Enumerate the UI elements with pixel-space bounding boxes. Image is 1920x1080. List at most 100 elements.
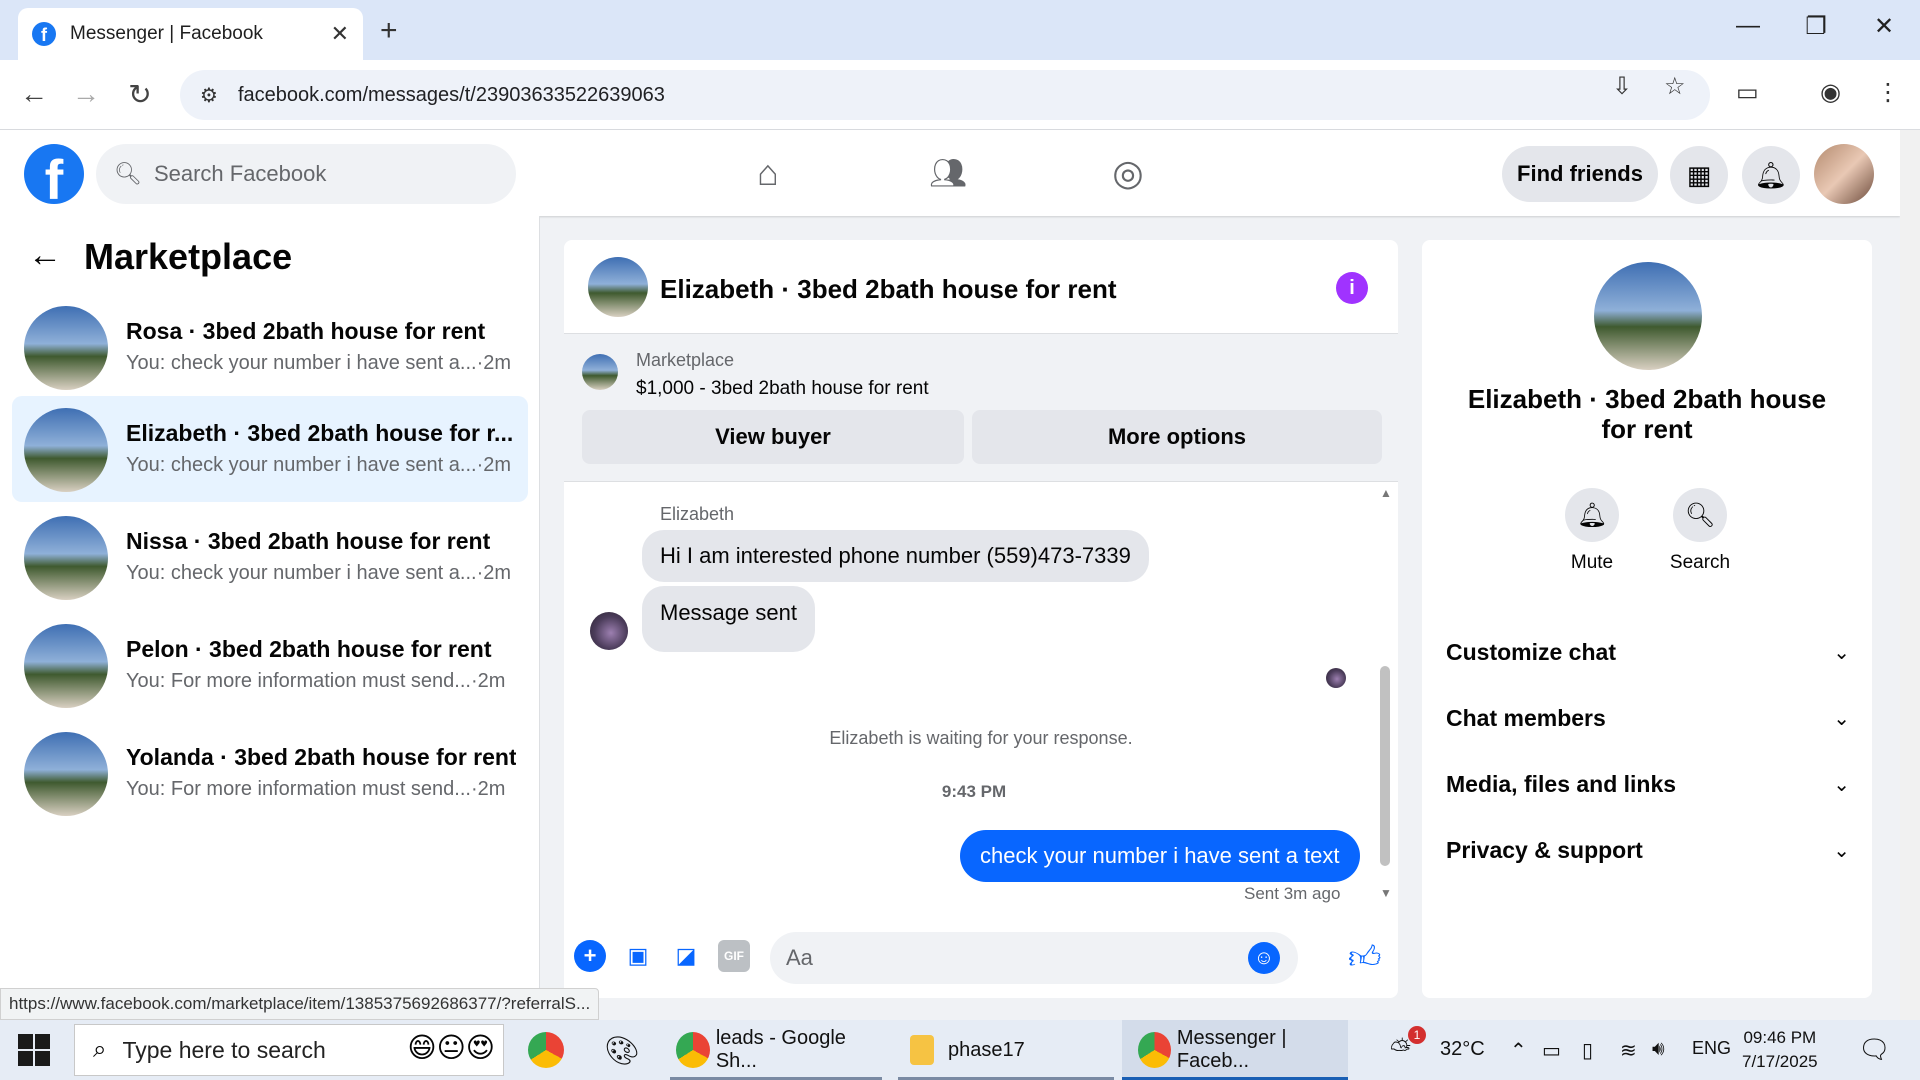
battery-icon[interactable]: ▭ bbox=[1542, 1038, 1561, 1063]
section-chat-members[interactable]: Chat members ⌄ bbox=[1446, 698, 1850, 738]
listing-source: Marketplace bbox=[636, 350, 735, 370]
windows-start-icon[interactable] bbox=[18, 1034, 50, 1066]
message-input[interactable]: Aa ☺ bbox=[770, 932, 1298, 984]
chrome-taskbar-icon[interactable] bbox=[520, 1020, 572, 1080]
scroll-down-icon[interactable]: ▼ bbox=[1380, 886, 1392, 900]
reload-icon[interactable]: ↻ bbox=[122, 78, 158, 111]
address-bar[interactable]: ⚙ facebook.com/messages/t/23903633522639… bbox=[180, 70, 1710, 120]
mute-button[interactable]: 🔔︎ Mute bbox=[1542, 488, 1642, 574]
find-friends-button[interactable]: Find friends bbox=[1502, 146, 1658, 202]
conversation-snippet: You: For more information must send...·2… bbox=[126, 670, 506, 692]
sticker-icon[interactable]: ◪ bbox=[670, 940, 702, 972]
minimize-icon[interactable]: — bbox=[1728, 12, 1768, 40]
notifications-bell-icon[interactable]: 🔔︎ bbox=[1742, 146, 1800, 204]
messages-scrollbar[interactable]: ▲ ▼ bbox=[1378, 486, 1394, 906]
listing-price[interactable]: $1,000 - 3bed 2bath house for rent bbox=[636, 378, 929, 400]
back-icon[interactable]: ← bbox=[16, 78, 52, 110]
close-window-icon[interactable]: ✕ bbox=[1864, 12, 1904, 41]
language-indicator[interactable]: ENG bbox=[1692, 1038, 1731, 1059]
facebook-favicon-icon: f bbox=[32, 22, 56, 46]
conversation-sidebar: ← Marketplace Rosa · 3bed 2bath house fo… bbox=[0, 216, 540, 1020]
sent-status: Sent 3m ago bbox=[1244, 884, 1341, 903]
read-receipt-avatar bbox=[1326, 668, 1346, 688]
site-settings-icon[interactable]: ⚙ bbox=[200, 83, 218, 108]
weather-icon[interactable]: ⛅︎ bbox=[1390, 1034, 1411, 1066]
waiting-notice: Elizabeth is waiting for your response. bbox=[829, 728, 1133, 748]
incoming-message[interactable]: Message sent bbox=[642, 586, 815, 652]
incoming-message[interactable]: Hi I am interested phone number (559)473… bbox=[642, 530, 1149, 582]
paint-app-icon[interactable]: 🎨︎ bbox=[596, 1020, 648, 1080]
conversation-snippet: You: For more information must send...·2… bbox=[126, 778, 506, 800]
volume-icon[interactable]: 🔊︎ bbox=[1652, 1038, 1665, 1061]
forward-icon[interactable]: → bbox=[68, 78, 104, 110]
details-avatar[interactable] bbox=[1594, 262, 1702, 370]
gif-icon[interactable]: GIF bbox=[718, 940, 750, 972]
page-scrollbar[interactable] bbox=[1900, 130, 1920, 1020]
photo-icon[interactable]: ▣ bbox=[622, 940, 654, 972]
avatar bbox=[24, 624, 108, 708]
close-tab-icon[interactable]: ✕ bbox=[331, 21, 349, 47]
url-text: facebook.com/messages/t/2390363352263906… bbox=[237, 83, 665, 106]
device-icon[interactable]: ▯ bbox=[1582, 1038, 1593, 1063]
taskbar-app-messenger[interactable]: Messenger | Faceb... bbox=[1122, 1020, 1348, 1080]
taskbar-app-phase17[interactable]: phase17 bbox=[898, 1020, 1114, 1080]
conversation-item[interactable]: Pelon · 3bed 2bath house for rent You: F… bbox=[12, 612, 528, 718]
taskbar-clock[interactable]: 09:46 PM 7/17/2025 bbox=[1742, 1026, 1818, 1074]
scroll-up-icon[interactable]: ▲ bbox=[1380, 486, 1392, 500]
section-label: Chat members bbox=[1446, 704, 1606, 731]
chevron-down-icon: ⌄ bbox=[1833, 707, 1850, 730]
section-media-files-links[interactable]: Media, files and links ⌄ bbox=[1446, 764, 1850, 804]
search-chat-button[interactable]: 🔍︎ Search bbox=[1650, 488, 1750, 574]
emoji-decoration-icon: 😄😐😍 bbox=[407, 1032, 495, 1063]
more-options-button[interactable]: More options bbox=[972, 410, 1382, 464]
chat-title[interactable]: Elizabeth · 3bed 2bath house for rent bbox=[660, 274, 1117, 305]
section-privacy-support[interactable]: Privacy & support ⌄ bbox=[1446, 830, 1850, 870]
wifi-icon[interactable]: ≋ bbox=[1620, 1038, 1637, 1063]
menu-grid-icon[interactable]: ▦ bbox=[1670, 146, 1728, 204]
clock-time: 09:46 PM bbox=[1743, 1028, 1817, 1047]
new-tab-icon[interactable]: + bbox=[380, 14, 398, 48]
media-router-icon[interactable]: ▭ bbox=[1736, 78, 1759, 107]
conversation-item[interactable]: Rosa · 3bed 2bath house for rent You: ch… bbox=[12, 294, 528, 400]
section-label: Media, files and links bbox=[1446, 770, 1677, 797]
back-arrow-icon[interactable]: ← bbox=[28, 236, 62, 275]
clock-date: 7/17/2025 bbox=[1742, 1052, 1818, 1071]
conversation-item-active[interactable]: Elizabeth · 3bed 2bath house for r... Yo… bbox=[12, 396, 528, 502]
menu-kebab-icon[interactable]: ⋮ bbox=[1876, 78, 1900, 107]
browser-tab[interactable]: f Messenger | Facebook ✕ bbox=[18, 8, 363, 60]
sender-name: Elizabeth bbox=[660, 504, 735, 524]
facebook-header: f 🔍︎ Search Facebook ⌂ 👥︎ ◎ Find friends… bbox=[0, 130, 1900, 216]
facebook-logo-icon[interactable]: f bbox=[24, 144, 84, 204]
taskbar-search-input[interactable]: ⌕ Type here to search 😄😐😍 bbox=[74, 1024, 504, 1076]
taskbar-app-leads[interactable]: leads - Google Sh... bbox=[670, 1020, 882, 1080]
search-icon: 🔍︎ bbox=[1673, 488, 1727, 542]
section-customize-chat[interactable]: Customize chat ⌄ bbox=[1446, 632, 1850, 672]
weather-temp[interactable]: 32°C bbox=[1440, 1038, 1485, 1061]
info-icon[interactable]: i bbox=[1336, 272, 1368, 304]
conversation-name: Nissa · 3bed 2bath house for rent bbox=[126, 528, 491, 554]
emoji-icon[interactable]: ☺ bbox=[1248, 942, 1280, 974]
install-app-icon[interactable]: ⇩ bbox=[1612, 72, 1632, 101]
plus-icon[interactable]: + bbox=[574, 940, 606, 972]
sender-avatar[interactable] bbox=[590, 612, 628, 650]
listing-thumbnail[interactable] bbox=[582, 354, 618, 390]
scrollbar-thumb[interactable] bbox=[1380, 666, 1390, 866]
chevron-up-icon[interactable]: ⌃ bbox=[1510, 1038, 1527, 1063]
profile-avatar[interactable] bbox=[1814, 144, 1874, 204]
home-icon[interactable]: ⌂ bbox=[738, 148, 798, 198]
profile-icon[interactable]: ◉ bbox=[1820, 78, 1841, 107]
view-buyer-button[interactable]: View buyer bbox=[582, 410, 964, 464]
restore-icon[interactable]: ❐ bbox=[1796, 12, 1836, 41]
conversation-item[interactable]: Yolanda · 3bed 2bath house for rent You:… bbox=[12, 720, 528, 826]
facebook-search-input[interactable]: 🔍︎ Search Facebook bbox=[96, 144, 516, 204]
thumbs-up-icon[interactable]: 👍︎ bbox=[1348, 938, 1381, 977]
chat-avatar[interactable] bbox=[588, 257, 648, 317]
bookmark-star-icon[interactable]: ☆ bbox=[1664, 72, 1686, 101]
friends-icon[interactable]: 👥︎ bbox=[918, 148, 978, 198]
notification-center-icon[interactable]: 🗨︎ bbox=[1858, 1034, 1891, 1065]
outgoing-message[interactable]: check your number i have sent a text bbox=[960, 830, 1360, 882]
mute-label: Mute bbox=[1570, 552, 1614, 573]
groups-icon[interactable]: ◎ bbox=[1098, 148, 1158, 198]
conversation-item[interactable]: Nissa · 3bed 2bath house for rent You: c… bbox=[12, 504, 528, 610]
section-label: Customize chat bbox=[1446, 638, 1616, 665]
